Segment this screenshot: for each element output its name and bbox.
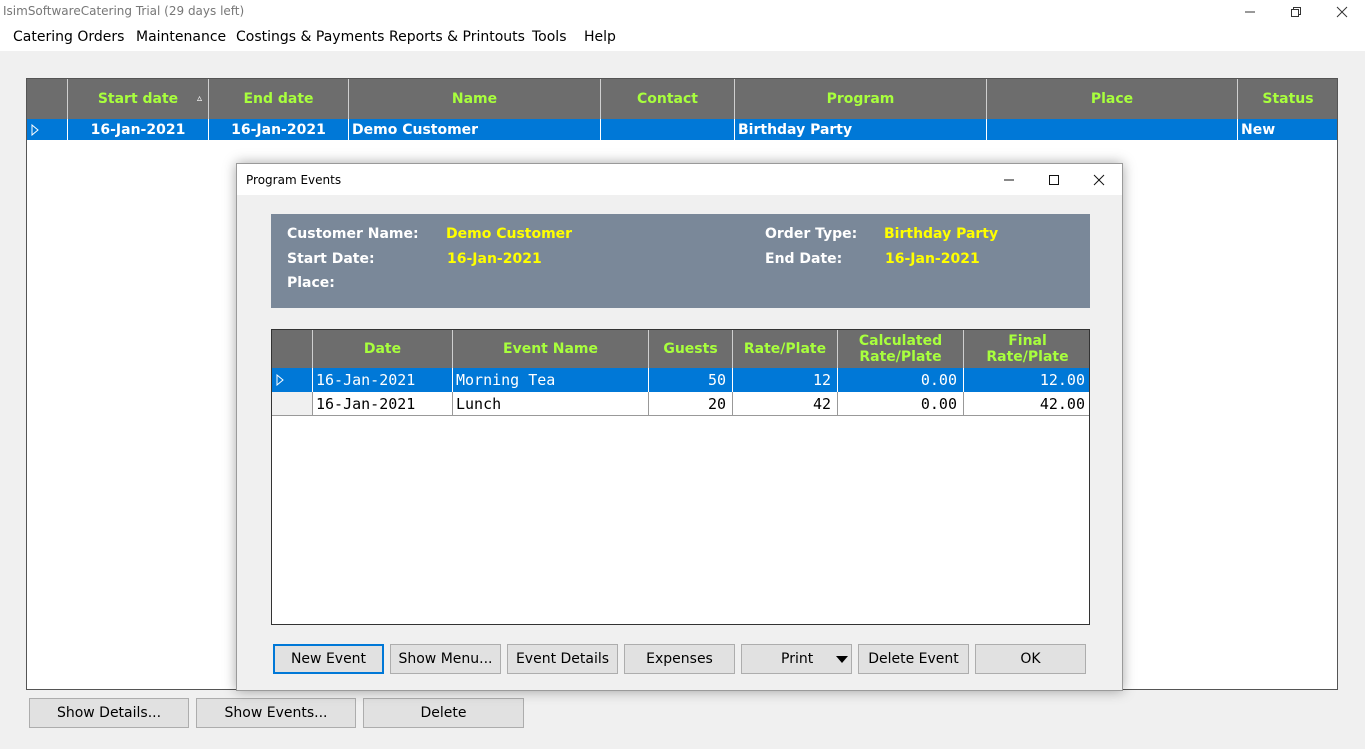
delete-event-button[interactable]: Delete Event [858,644,969,674]
order-start-date[interactable]: 16-Jan-2021 [68,119,209,140]
program-events-dialog: Program Events Customer Name: Demo Custo… [236,163,1123,691]
order-end-date[interactable]: 16-Jan-2021 [209,119,349,140]
menu-help[interactable]: Help [584,29,616,45]
event-rate[interactable]: 12 [733,368,838,392]
event-calc-rate[interactable]: 0.00 [838,368,964,392]
event-row-selector[interactable] [272,392,313,416]
menu-costings-payments[interactable]: Costings & Payments [236,29,384,45]
current-event-row-icon [276,374,284,386]
order-place[interactable] [987,119,1238,140]
order-status[interactable]: New [1238,119,1337,140]
event-name[interactable]: Morning Tea [453,368,649,392]
show-menu-button[interactable]: Show Menu... [390,644,501,674]
order-contact[interactable] [601,119,735,140]
close-icon[interactable] [1319,0,1365,24]
minimize-icon[interactable] [1227,0,1273,24]
event-final-rate[interactable]: 12.00 [964,368,1089,392]
event-rate[interactable]: 42 [733,392,838,416]
menu-catering-orders[interactable]: Catering Orders [13,29,124,45]
dialog-title-bar: Program Events [237,164,1122,195]
current-row-icon [31,123,39,136]
end-date-value: 16-Jan-2021 [885,251,980,267]
restore-icon[interactable] [1273,0,1319,24]
event-date[interactable]: 16-Jan-2021 [313,392,453,416]
show-details-button[interactable]: Show Details... [29,698,189,728]
order-name[interactable]: Demo Customer [349,119,601,140]
order-type-value: Birthday Party [884,226,999,242]
title-bar: IsimSoftwareCatering Trial (29 days left… [0,0,1365,24]
orders-row-header-corner [27,79,68,119]
event-final-rate[interactable]: 42.00 [964,392,1089,416]
start-date-label: Start Date: [287,251,375,267]
event-details-button[interactable]: Event Details [507,644,618,674]
col-place[interactable]: Place [987,79,1238,119]
dialog-title: Program Events [246,173,342,187]
col-status[interactable]: Status [1238,79,1337,119]
new-event-button[interactable]: New Event [273,644,384,674]
expenses-button[interactable]: Expenses [624,644,735,674]
event-calc-rate[interactable]: 0.00 [838,392,964,416]
customer-name-label: Customer Name: [287,226,419,242]
col-contact[interactable]: Contact [601,79,735,119]
order-type-label: Order Type: [765,226,858,242]
place-label: Place: [287,275,335,291]
order-info-panel: Customer Name: Demo Customer Start Date:… [271,214,1090,308]
print-button-label: Print [781,651,814,667]
menu-tools[interactable]: Tools [532,29,567,45]
dialog-maximize-icon[interactable] [1031,167,1076,193]
order-program[interactable]: Birthday Party [735,119,987,140]
menu-maintenance[interactable]: Maintenance [136,29,226,45]
row-selector[interactable] [27,119,68,140]
show-events-button[interactable]: Show Events... [196,698,356,728]
col-event-name[interactable]: Event Name [453,330,649,368]
col-start-date[interactable]: Start date ▵ [68,79,209,119]
col-end-date[interactable]: End date [209,79,349,119]
col-program[interactable]: Program [735,79,987,119]
end-date-label: End Date: [765,251,843,267]
delete-button[interactable]: Delete [363,698,524,728]
col-calculated-rate[interactable]: Calculated Rate/Plate [838,330,964,368]
col-rate-plate[interactable]: Rate/Plate [733,330,838,368]
print-button[interactable]: Print [741,644,852,674]
dialog-close-icon[interactable] [1076,167,1121,193]
events-grid[interactable]: Date Event Name Guests Rate/Plate Calcul… [271,329,1090,625]
event-date[interactable]: 16-Jan-2021 [313,368,453,392]
event-row-selector[interactable] [272,368,313,392]
start-date-value: 16-Jan-2021 [447,251,542,267]
event-name[interactable]: Lunch [453,392,649,416]
col-start-date-label: Start date [97,91,179,107]
events-row-header-corner [272,330,313,368]
col-name[interactable]: Name [349,79,601,119]
dropdown-arrow-icon [836,656,848,663]
ok-button[interactable]: OK [975,644,1086,674]
sort-asc-icon: ▵ [196,93,202,104]
col-guests[interactable]: Guests [649,330,733,368]
dialog-minimize-icon[interactable] [986,167,1031,193]
event-guests[interactable]: 20 [649,392,733,416]
menu-bar: Catering Orders Maintenance Costings & P… [0,24,1365,51]
menu-reports-printouts[interactable]: Reports & Printouts [389,29,525,45]
col-date[interactable]: Date [313,330,453,368]
app-title: IsimSoftwareCatering Trial (29 days left… [3,4,245,18]
col-final-rate[interactable]: Final Rate/Plate [964,330,1089,368]
event-guests[interactable]: 50 [649,368,733,392]
customer-name-value: Demo Customer [446,226,573,242]
